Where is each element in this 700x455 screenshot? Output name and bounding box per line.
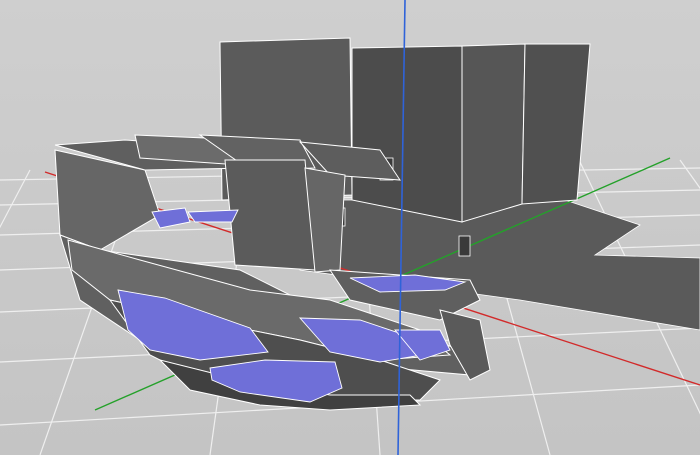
scene-canvas[interactable] [0,0,700,455]
3d-viewport[interactable] [0,0,700,455]
